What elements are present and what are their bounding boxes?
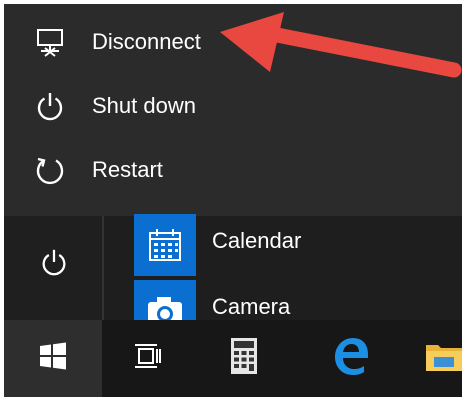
disconnect-icon: [30, 22, 70, 62]
camera-icon: [134, 280, 196, 320]
task-view-button[interactable]: [114, 320, 184, 397]
power-icon: [39, 247, 69, 282]
start-menu-screenshot: Disconnect Shut down Restart Calendar Ca…: [4, 4, 462, 397]
calculator-icon: [229, 337, 259, 380]
restart-menu-item[interactable]: Restart: [4, 138, 462, 202]
power-button[interactable]: [24, 234, 84, 294]
shut-down-label: Shut down: [92, 93, 196, 118]
app-label-calendar: Calendar: [212, 228, 302, 253]
calendar-icon: [134, 214, 196, 276]
file-explorer-icon: [424, 339, 462, 378]
file-explorer-button[interactable]: [416, 320, 462, 397]
restart-icon: [30, 150, 70, 190]
edge-browser-icon: [331, 336, 371, 381]
restart-label: Restart: [92, 157, 163, 182]
windows-logo-icon: [38, 341, 68, 376]
taskbar: [4, 320, 462, 397]
power-icon: [30, 86, 70, 126]
edge-browser-button[interactable]: [316, 320, 386, 397]
app-item-camera[interactable]: Camera: [134, 280, 454, 320]
annotation-arrow: [214, 12, 462, 93]
task-view-icon: [133, 341, 165, 376]
disconnect-label: Disconnect: [92, 29, 201, 54]
calculator-button[interactable]: [209, 320, 279, 397]
start-button[interactable]: [4, 320, 102, 397]
app-label-camera: Camera: [212, 294, 291, 319]
app-item-calendar[interactable]: Calendar: [134, 214, 454, 276]
